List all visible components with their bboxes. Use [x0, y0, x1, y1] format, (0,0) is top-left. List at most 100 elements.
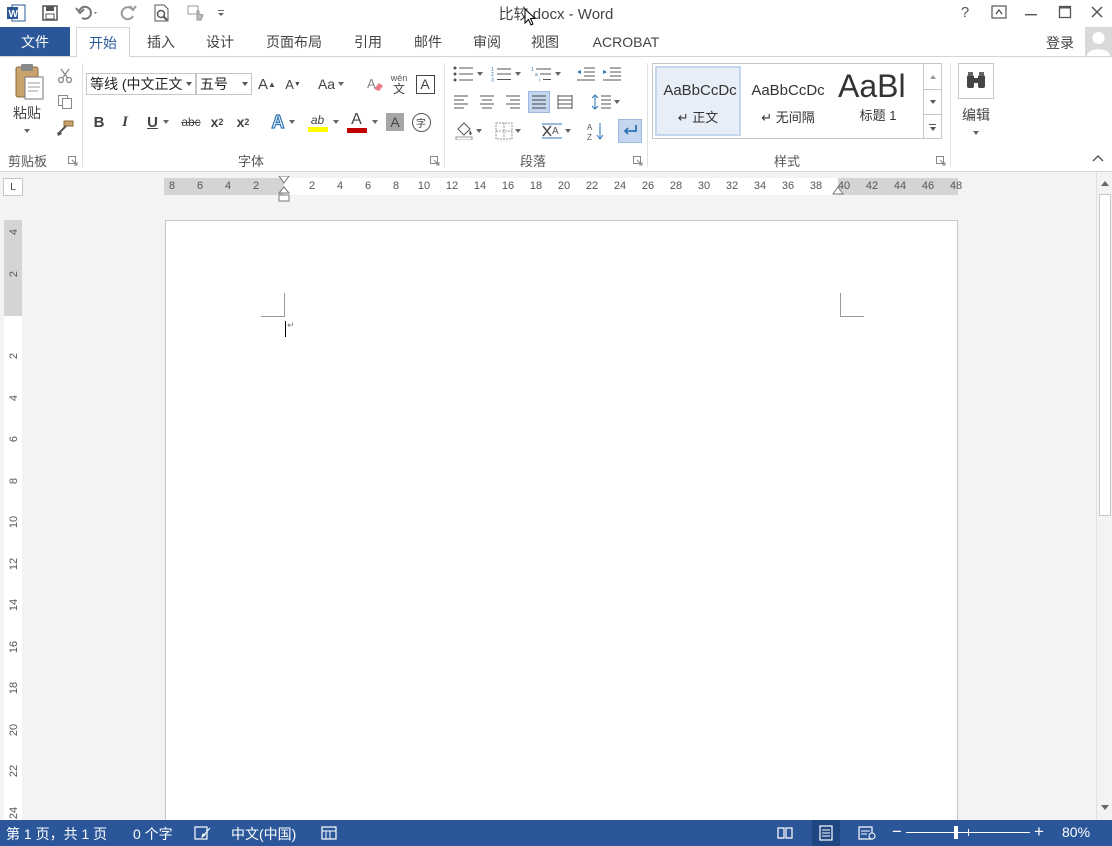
first-line-indent-marker-icon[interactable]: [278, 176, 290, 184]
italic-button[interactable]: I: [114, 111, 136, 133]
tab-stop-selector[interactable]: L: [3, 178, 23, 196]
highlight-color-bar: [307, 126, 328, 132]
status-word-count[interactable]: 0 个字: [133, 824, 173, 844]
line-spacing-button[interactable]: [588, 91, 624, 113]
shrink-font-button[interactable]: A ▼: [282, 73, 304, 95]
tab-review[interactable]: 审阅: [464, 27, 510, 56]
zoom-slider-thumb[interactable]: [954, 826, 958, 839]
document-page[interactable]: ↵: [165, 220, 958, 820]
macro-recording-icon[interactable]: [321, 825, 337, 841]
right-indent-marker-icon[interactable]: [832, 186, 844, 195]
vertical-ruler[interactable]: 4 2 2 4 6 8 10 12 14 16 18 20 22 24: [4, 220, 22, 820]
superscript-button[interactable]: x2: [232, 111, 254, 133]
chinese-layout-button[interactable]: A: [538, 119, 574, 143]
font-dialog-launcher-icon[interactable]: [430, 156, 440, 166]
editing-label: 编辑: [962, 107, 990, 123]
scroll-down-icon[interactable]: [1099, 800, 1111, 814]
proofing-icon[interactable]: [194, 825, 212, 841]
vertical-scrollbar[interactable]: [1096, 172, 1112, 820]
user-avatar-icon[interactable]: [1085, 27, 1112, 56]
ribbon-display-options-icon[interactable]: [982, 0, 1016, 24]
sign-in-link[interactable]: 登录: [1046, 33, 1074, 53]
tab-insert[interactable]: 插入: [138, 27, 184, 56]
scroll-up-icon[interactable]: [1099, 176, 1111, 190]
minimize-icon[interactable]: [1014, 0, 1048, 24]
zoom-out-button[interactable]: −: [892, 822, 902, 842]
tab-file[interactable]: 文件: [0, 27, 70, 56]
status-language[interactable]: 中文(中国): [231, 824, 296, 844]
collapse-ribbon-icon[interactable]: [1090, 151, 1106, 165]
highlight-button[interactable]: ab: [304, 109, 342, 135]
paragraph-dialog-launcher-icon[interactable]: [633, 156, 643, 166]
style-no-spacing-name: ↵ 无间隔: [761, 110, 815, 125]
style-no-spacing[interactable]: AaBbCcDc ↵ 无间隔: [745, 66, 831, 136]
read-mode-icon[interactable]: [776, 825, 794, 841]
borders-button[interactable]: [490, 119, 526, 143]
close-icon[interactable]: [1080, 0, 1112, 24]
maximize-icon[interactable]: [1048, 0, 1082, 24]
strikethrough-button[interactable]: abc: [178, 111, 204, 133]
format-painter-button[interactable]: [54, 117, 76, 139]
font-name-select[interactable]: 等线 (中文正文: [86, 73, 196, 95]
style-heading-1-name: 标题 1: [859, 108, 897, 123]
distributed-button[interactable]: [554, 91, 576, 113]
tab-layout[interactable]: 页面布局: [256, 27, 332, 56]
clear-formatting-button[interactable]: A: [364, 73, 386, 95]
align-center-button[interactable]: [476, 91, 498, 113]
copy-button[interactable]: [54, 91, 76, 113]
align-right-button[interactable]: [502, 91, 524, 113]
cut-button[interactable]: [54, 65, 76, 87]
line-spacing-icon: [592, 94, 611, 110]
text-effects-button[interactable]: A: [266, 111, 300, 133]
character-shading-button[interactable]: A: [384, 111, 406, 133]
bullets-button[interactable]: [450, 63, 486, 85]
ruler-number: 34: [753, 180, 767, 192]
font-color-button[interactable]: A: [344, 109, 380, 135]
styles-scroll-down-icon[interactable]: [923, 89, 941, 114]
tab-references[interactable]: 引用: [344, 27, 392, 56]
enclose-characters-button[interactable]: 字: [410, 111, 432, 133]
zoom-level[interactable]: 80%: [1062, 824, 1090, 840]
subscript-button[interactable]: x2: [206, 111, 228, 133]
justify-button[interactable]: [528, 91, 550, 113]
style-normal[interactable]: AaBbCcDc ↵ 正文: [655, 66, 741, 136]
show-formatting-marks-button[interactable]: [618, 119, 642, 143]
tab-acrobat[interactable]: ACROBAT: [582, 27, 670, 56]
zoom-slider[interactable]: [906, 826, 1030, 839]
multilevel-list-button[interactable]: 1ai: [528, 63, 564, 85]
grow-font-button[interactable]: A ▲: [256, 73, 278, 95]
tab-design[interactable]: 设计: [196, 27, 244, 56]
tab-home[interactable]: 开始: [76, 27, 130, 57]
horizontal-ruler[interactable]: 8642 2 4 6 8 10 12 14 16 18 20 22 24 26 28 30 32 34 36 38 4…: [164, 176, 962, 202]
editing-button[interactable]: 编辑: [956, 63, 996, 143]
sort-button[interactable]: AZ: [584, 119, 608, 143]
tab-mailings[interactable]: 邮件: [404, 27, 452, 56]
styles-scroll-up-icon[interactable]: [923, 64, 941, 89]
tab-view[interactable]: 视图: [522, 27, 568, 56]
increase-indent-button[interactable]: [600, 63, 624, 85]
web-layout-icon[interactable]: [858, 825, 876, 841]
decrease-indent-button[interactable]: [574, 63, 598, 85]
change-case-button[interactable]: Aa: [314, 73, 348, 95]
clipboard-dialog-launcher-icon[interactable]: [68, 156, 78, 166]
styles-more-icon[interactable]: [923, 114, 941, 139]
font-size-select[interactable]: 五号: [196, 73, 252, 95]
style-heading-1[interactable]: AaBl 标题 1: [835, 66, 921, 136]
status-page-count[interactable]: 第 1 页，共 1 页: [6, 824, 107, 844]
bold-button[interactable]: B: [88, 111, 110, 133]
shading-button[interactable]: [450, 119, 486, 143]
phonetic-guide-button[interactable]: wén 文: [388, 71, 410, 97]
vruler-number: 12: [8, 557, 20, 570]
zoom-in-button[interactable]: +: [1034, 822, 1044, 842]
scrollbar-thumb[interactable]: [1099, 194, 1111, 516]
hanging-indent-marker-icon[interactable]: [278, 186, 290, 202]
numbering-button[interactable]: 123: [488, 63, 524, 85]
clear-formatting-icon: A: [367, 76, 383, 91]
help-button[interactable]: ?: [948, 0, 982, 24]
align-left-button[interactable]: [450, 91, 472, 113]
character-border-button[interactable]: A: [414, 73, 436, 95]
paste-button[interactable]: 粘贴: [6, 63, 48, 143]
underline-button[interactable]: U: [140, 111, 176, 133]
styles-dialog-launcher-icon[interactable]: [936, 156, 946, 166]
print-layout-button[interactable]: [812, 820, 840, 846]
